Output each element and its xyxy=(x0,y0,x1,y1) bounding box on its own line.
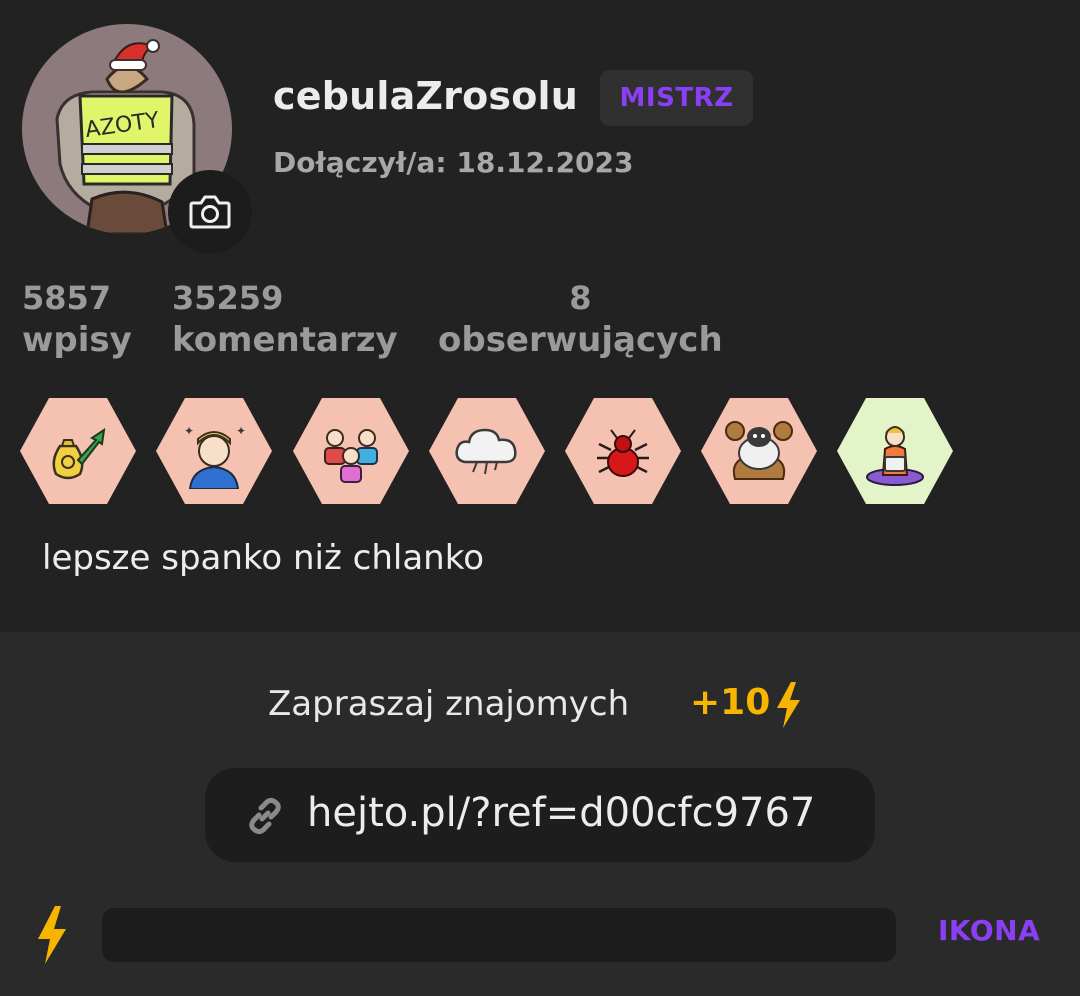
profile-header: AZOTY cebulaZrosolu MISTRZ Dołączył/a: 1… xyxy=(0,0,1080,632)
stat-posts-value: 5857 xyxy=(22,279,112,317)
avatar-container: AZOTY xyxy=(22,24,252,254)
invite-bonus: +10 xyxy=(690,682,771,723)
referral-link-text: hejto.pl/?ref=d00cfc9767 xyxy=(307,790,816,836)
badge-dizzy-person[interactable]: ✦ ✦ xyxy=(156,398,272,504)
svg-text:✦: ✦ xyxy=(236,424,246,438)
svg-text:✦: ✦ xyxy=(184,424,194,438)
stat-followers-value: 8 xyxy=(569,279,592,317)
group-people-icon xyxy=(324,429,378,483)
meditating-person-laptop-icon xyxy=(866,426,924,486)
badge-bug[interactable] xyxy=(565,398,681,504)
lightning-icon xyxy=(777,682,800,728)
stat-posts[interactable]: 5857 wpisy xyxy=(22,278,132,362)
username: cebulaZrosolu xyxy=(273,74,579,118)
stat-followers-label: obserwujących xyxy=(438,320,723,360)
change-avatar-button[interactable] xyxy=(168,170,252,254)
badge-cloud[interactable] xyxy=(429,398,545,504)
cloud-storm-icon xyxy=(455,428,517,475)
badge-money-growth[interactable] xyxy=(20,398,136,504)
stat-comments[interactable]: 35259 komentarzy xyxy=(172,278,398,362)
rank-badge[interactable]: MISTRZ xyxy=(600,70,753,126)
camera-icon xyxy=(189,195,231,229)
invite-row: Zapraszaj znajomych +10 xyxy=(0,680,1080,730)
stat-comments-value: 35259 xyxy=(172,279,284,317)
joined-date: Dołączył/a: 18.12.2023 xyxy=(273,146,634,179)
sheep-icon xyxy=(725,421,793,480)
lightning-icon xyxy=(38,906,66,964)
ikona-button[interactable]: IKONA xyxy=(938,914,1040,947)
dizzy-person-icon: ✦ ✦ xyxy=(184,424,246,489)
money-bag-growth-icon xyxy=(52,427,106,480)
points-progress-bar xyxy=(102,908,896,962)
profile-bio: lepsze spanko niż chlanko xyxy=(42,538,484,578)
invite-text: Zapraszaj znajomych xyxy=(268,684,630,724)
referral-link[interactable]: hejto.pl/?ref=d00cfc9767 xyxy=(205,768,875,862)
stat-comments-label: komentarzy xyxy=(172,320,398,360)
stat-followers[interactable]: 8 obserwujących xyxy=(438,278,723,362)
badge-meditation[interactable] xyxy=(837,398,953,504)
red-bug-icon xyxy=(597,429,649,477)
badge-group[interactable] xyxy=(293,398,409,504)
stat-posts-label: wpisy xyxy=(22,320,132,360)
link-icon xyxy=(249,797,281,835)
badge-sheep[interactable] xyxy=(701,398,817,504)
